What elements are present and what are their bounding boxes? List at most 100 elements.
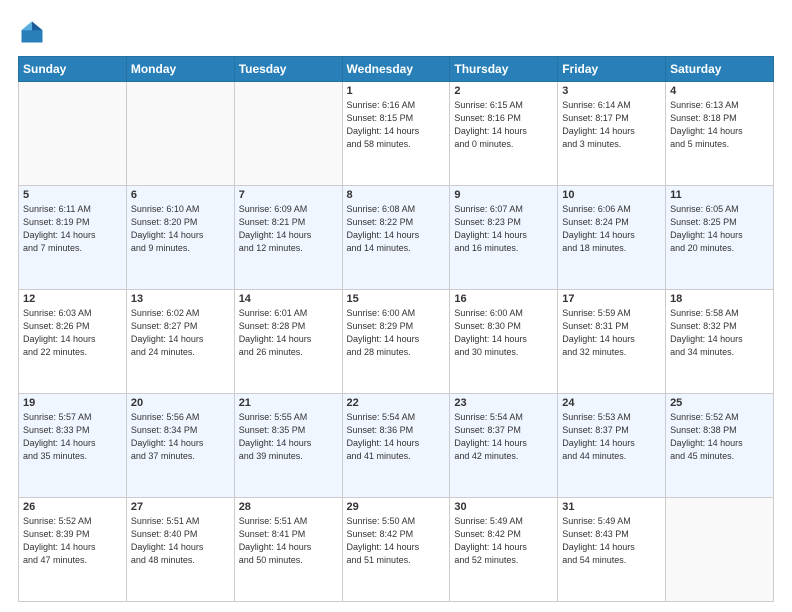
table-row: 30 Sunrise: 5:49 AM Sunset: 8:42 PM Dayli… bbox=[450, 498, 558, 602]
day-number: 27 bbox=[131, 501, 230, 513]
calendar-week-row: 1 Sunrise: 6:16 AM Sunset: 8:15 PM Daylig… bbox=[19, 82, 774, 186]
table-row bbox=[19, 82, 127, 186]
table-row: 18 Sunrise: 5:58 AM Sunset: 8:32 PM Dayli… bbox=[666, 290, 774, 394]
day-info: Sunrise: 5:55 AM Sunset: 8:35 PM Dayligh… bbox=[239, 411, 338, 463]
day-info: Sunrise: 5:54 AM Sunset: 8:37 PM Dayligh… bbox=[454, 411, 553, 463]
table-row: 8 Sunrise: 6:08 AM Sunset: 8:22 PM Daylig… bbox=[342, 186, 450, 290]
day-number: 29 bbox=[347, 501, 446, 513]
day-number: 20 bbox=[131, 397, 230, 409]
day-info: Sunrise: 6:07 AM Sunset: 8:23 PM Dayligh… bbox=[454, 203, 553, 255]
day-info: Sunrise: 6:03 AM Sunset: 8:26 PM Dayligh… bbox=[23, 307, 122, 359]
day-number: 8 bbox=[347, 189, 446, 201]
day-number: 31 bbox=[562, 501, 661, 513]
table-row bbox=[666, 498, 774, 602]
day-info: Sunrise: 6:05 AM Sunset: 8:25 PM Dayligh… bbox=[670, 203, 769, 255]
day-info: Sunrise: 5:49 AM Sunset: 8:42 PM Dayligh… bbox=[454, 515, 553, 567]
day-info: Sunrise: 6:14 AM Sunset: 8:17 PM Dayligh… bbox=[562, 99, 661, 151]
day-number: 10 bbox=[562, 189, 661, 201]
day-info: Sunrise: 6:10 AM Sunset: 8:20 PM Dayligh… bbox=[131, 203, 230, 255]
day-info: Sunrise: 5:51 AM Sunset: 8:40 PM Dayligh… bbox=[131, 515, 230, 567]
table-row: 9 Sunrise: 6:07 AM Sunset: 8:23 PM Daylig… bbox=[450, 186, 558, 290]
calendar-header-row: Sunday Monday Tuesday Wednesday Thursday… bbox=[19, 57, 774, 82]
day-info: Sunrise: 5:52 AM Sunset: 8:38 PM Dayligh… bbox=[670, 411, 769, 463]
table-row: 19 Sunrise: 5:57 AM Sunset: 8:33 PM Dayli… bbox=[19, 394, 127, 498]
table-row: 27 Sunrise: 5:51 AM Sunset: 8:40 PM Dayli… bbox=[126, 498, 234, 602]
day-number: 7 bbox=[239, 189, 338, 201]
table-row: 2 Sunrise: 6:15 AM Sunset: 8:16 PM Daylig… bbox=[450, 82, 558, 186]
table-row: 15 Sunrise: 6:00 AM Sunset: 8:29 PM Dayli… bbox=[342, 290, 450, 394]
table-row: 24Sunrise: 5:53 AM Sunset: 8:37 PM Dayli… bbox=[558, 394, 666, 498]
table-row bbox=[234, 82, 342, 186]
table-row: 28 Sunrise: 5:51 AM Sunset: 8:41 PM Dayli… bbox=[234, 498, 342, 602]
day-number: 3 bbox=[562, 85, 661, 97]
calendar-week-row: 19 Sunrise: 5:57 AM Sunset: 8:33 PM Dayli… bbox=[19, 394, 774, 498]
day-info: Sunrise: 5:51 AM Sunset: 8:41 PM Dayligh… bbox=[239, 515, 338, 567]
table-row: 10 Sunrise: 6:06 AM Sunset: 8:24 PM Dayli… bbox=[558, 186, 666, 290]
table-row bbox=[126, 82, 234, 186]
day-number: 13 bbox=[131, 293, 230, 305]
col-sunday: Sunday bbox=[19, 57, 127, 82]
day-info: Sunrise: 6:00 AM Sunset: 8:29 PM Dayligh… bbox=[347, 307, 446, 359]
day-info: Sunrise: 6:00 AM Sunset: 8:30 PM Dayligh… bbox=[454, 307, 553, 359]
day-number: 15 bbox=[347, 293, 446, 305]
calendar-week-row: 26Sunrise: 5:52 AM Sunset: 8:39 PM Dayli… bbox=[19, 498, 774, 602]
day-number: 11 bbox=[670, 189, 769, 201]
table-row: 1 Sunrise: 6:16 AM Sunset: 8:15 PM Daylig… bbox=[342, 82, 450, 186]
day-info: Sunrise: 6:09 AM Sunset: 8:21 PM Dayligh… bbox=[239, 203, 338, 255]
table-row: 12 Sunrise: 6:03 AM Sunset: 8:26 PM Dayli… bbox=[19, 290, 127, 394]
day-number: 25 bbox=[670, 397, 769, 409]
day-number: 28 bbox=[239, 501, 338, 513]
day-number: 4 bbox=[670, 85, 769, 97]
day-number: 16 bbox=[454, 293, 553, 305]
table-row: 13Sunrise: 6:02 AM Sunset: 8:27 PM Dayli… bbox=[126, 290, 234, 394]
day-info: Sunrise: 5:50 AM Sunset: 8:42 PM Dayligh… bbox=[347, 515, 446, 567]
day-number: 9 bbox=[454, 189, 553, 201]
day-number: 18 bbox=[670, 293, 769, 305]
header bbox=[18, 18, 774, 46]
day-info: Sunrise: 5:54 AM Sunset: 8:36 PM Dayligh… bbox=[347, 411, 446, 463]
calendar-week-row: 12 Sunrise: 6:03 AM Sunset: 8:26 PM Dayli… bbox=[19, 290, 774, 394]
day-number: 19 bbox=[23, 397, 122, 409]
day-number: 14 bbox=[239, 293, 338, 305]
day-info: Sunrise: 6:01 AM Sunset: 8:28 PM Dayligh… bbox=[239, 307, 338, 359]
col-friday: Friday bbox=[558, 57, 666, 82]
day-info: Sunrise: 6:15 AM Sunset: 8:16 PM Dayligh… bbox=[454, 99, 553, 151]
day-number: 1 bbox=[347, 85, 446, 97]
table-row: 5Sunrise: 6:11 AM Sunset: 8:19 PM Daylig… bbox=[19, 186, 127, 290]
calendar-table: Sunday Monday Tuesday Wednesday Thursday… bbox=[18, 56, 774, 602]
table-row: 4 Sunrise: 6:13 AM Sunset: 8:18 PM Daylig… bbox=[666, 82, 774, 186]
day-info: Sunrise: 5:58 AM Sunset: 8:32 PM Dayligh… bbox=[670, 307, 769, 359]
day-info: Sunrise: 5:57 AM Sunset: 8:33 PM Dayligh… bbox=[23, 411, 122, 463]
calendar-week-row: 5Sunrise: 6:11 AM Sunset: 8:19 PM Daylig… bbox=[19, 186, 774, 290]
table-row: 14 Sunrise: 6:01 AM Sunset: 8:28 PM Dayli… bbox=[234, 290, 342, 394]
col-saturday: Saturday bbox=[666, 57, 774, 82]
day-number: 2 bbox=[454, 85, 553, 97]
day-info: Sunrise: 5:52 AM Sunset: 8:39 PM Dayligh… bbox=[23, 515, 122, 567]
day-number: 6 bbox=[131, 189, 230, 201]
day-info: Sunrise: 5:56 AM Sunset: 8:34 PM Dayligh… bbox=[131, 411, 230, 463]
day-number: 30 bbox=[454, 501, 553, 513]
table-row: 23Sunrise: 5:54 AM Sunset: 8:37 PM Dayli… bbox=[450, 394, 558, 498]
page: Sunday Monday Tuesday Wednesday Thursday… bbox=[0, 0, 792, 612]
day-info: Sunrise: 6:08 AM Sunset: 8:22 PM Dayligh… bbox=[347, 203, 446, 255]
table-row: 7 Sunrise: 6:09 AM Sunset: 8:21 PM Daylig… bbox=[234, 186, 342, 290]
table-row: 31 Sunrise: 5:49 AM Sunset: 8:43 PM Dayli… bbox=[558, 498, 666, 602]
day-info: Sunrise: 6:06 AM Sunset: 8:24 PM Dayligh… bbox=[562, 203, 661, 255]
col-monday: Monday bbox=[126, 57, 234, 82]
day-info: Sunrise: 6:13 AM Sunset: 8:18 PM Dayligh… bbox=[670, 99, 769, 151]
table-row: 3 Sunrise: 6:14 AM Sunset: 8:17 PM Daylig… bbox=[558, 82, 666, 186]
day-info: Sunrise: 6:16 AM Sunset: 8:15 PM Dayligh… bbox=[347, 99, 446, 151]
table-row: 22 Sunrise: 5:54 AM Sunset: 8:36 PM Dayli… bbox=[342, 394, 450, 498]
table-row: 6 Sunrise: 6:10 AM Sunset: 8:20 PM Daylig… bbox=[126, 186, 234, 290]
day-number: 17 bbox=[562, 293, 661, 305]
table-row: 21Sunrise: 5:55 AM Sunset: 8:35 PM Dayli… bbox=[234, 394, 342, 498]
day-info: Sunrise: 5:53 AM Sunset: 8:37 PM Dayligh… bbox=[562, 411, 661, 463]
day-info: Sunrise: 6:11 AM Sunset: 8:19 PM Dayligh… bbox=[23, 203, 122, 255]
day-number: 22 bbox=[347, 397, 446, 409]
col-wednesday: Wednesday bbox=[342, 57, 450, 82]
day-info: Sunrise: 5:49 AM Sunset: 8:43 PM Dayligh… bbox=[562, 515, 661, 567]
table-row: 29 Sunrise: 5:50 AM Sunset: 8:42 PM Dayli… bbox=[342, 498, 450, 602]
day-number: 12 bbox=[23, 293, 122, 305]
table-row: 17Sunrise: 5:59 AM Sunset: 8:31 PM Dayli… bbox=[558, 290, 666, 394]
col-thursday: Thursday bbox=[450, 57, 558, 82]
